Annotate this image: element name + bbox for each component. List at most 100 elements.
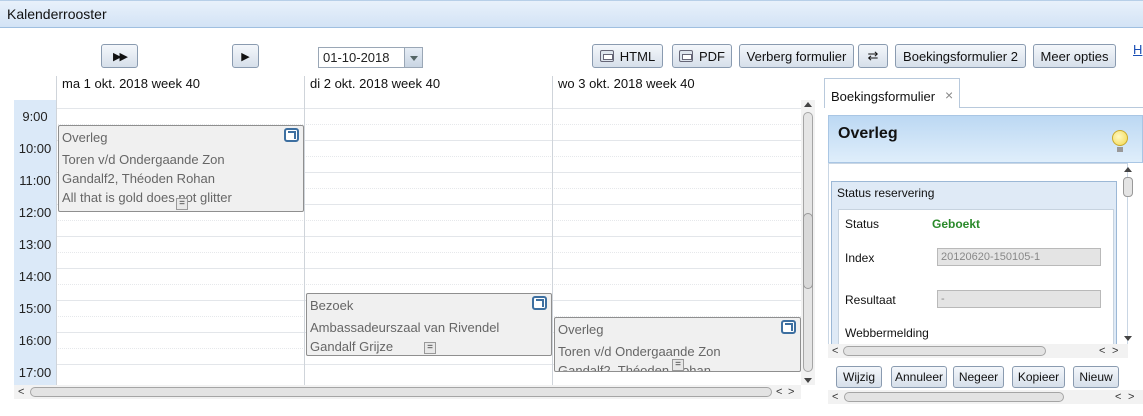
fast-forward-button[interactable]: ▶▶ (101, 44, 138, 68)
result-label: Resultaat (845, 293, 896, 307)
scrollbar-thumb[interactable] (30, 387, 772, 397)
calendar-event[interactable]: Bezoek Ambassadeurszaal van Rivendel Gan… (306, 293, 552, 356)
web-label: Webbermelding (845, 326, 929, 340)
resize-handle[interactable]: = (176, 198, 188, 210)
grid-line (56, 252, 801, 253)
scroll-left-icon[interactable]: < (18, 385, 24, 399)
panel-bottom-scrollbar[interactable]: < < > (828, 390, 1143, 404)
event-title: Overleg (62, 130, 108, 145)
window-title: Kalenderrooster (7, 6, 107, 22)
scroll-down-icon[interactable] (1124, 336, 1132, 341)
resize-handle[interactable]: = (672, 359, 684, 371)
lightbulb-icon[interactable] (1112, 130, 1128, 152)
index-label: Index (845, 251, 875, 265)
html-button-label: HTML (619, 48, 656, 64)
event-people: Gandalf Grijze (310, 339, 394, 354)
scroll-down-icon[interactable] (804, 378, 812, 383)
scroll-left-icon[interactable]: < (1115, 390, 1121, 404)
copy-button[interactable]: Kopieer (1012, 366, 1065, 388)
event-location: Ambassadeurszaal van Rivendel (310, 320, 500, 335)
panel-header: Overleg (828, 115, 1143, 163)
grid-line (56, 236, 801, 237)
change-button[interactable]: Wijzig (836, 366, 882, 388)
date-value: 01-10-2018 (323, 50, 390, 65)
tab-strip-line (960, 107, 1143, 108)
column-divider (304, 76, 305, 385)
cancel-button[interactable]: Annuleer (891, 366, 947, 388)
print-icon (679, 50, 693, 62)
scroll-left-icon[interactable]: < (832, 390, 838, 404)
grid-line (56, 284, 801, 285)
close-icon[interactable]: × (945, 87, 953, 103)
scrollbar-thumb[interactable] (803, 213, 813, 289)
change-button-label: Wijzig (843, 370, 875, 384)
open-window-icon[interactable] (781, 320, 796, 334)
tab-label: Boekingsformulier (831, 89, 936, 104)
status-value: Geboekt (932, 217, 981, 231)
column-divider (552, 76, 553, 385)
pdf-button[interactable]: PDF (672, 44, 732, 68)
result-field: - (937, 290, 1101, 308)
hide-form-label: Verberg formulier (746, 48, 847, 64)
scroll-up-icon[interactable] (804, 102, 812, 107)
scroll-up-icon[interactable] (1124, 167, 1132, 172)
calendar-horizontal-scrollbar[interactable]: < < > (14, 385, 801, 399)
event-people: Gandalf2, Théoden Rohan (62, 171, 215, 186)
column-divider (56, 76, 57, 385)
time-label: 15:00 (18, 301, 52, 316)
event-title: Bezoek (310, 298, 354, 313)
html-button[interactable]: HTML (592, 44, 663, 68)
open-window-icon[interactable] (284, 128, 299, 142)
forward-button[interactable]: ▶ (232, 44, 259, 68)
panel-body: Status reservering Status Geboekt Index … (828, 163, 1128, 349)
tab-booking-form[interactable]: Boekingsformulier × (824, 78, 960, 108)
index-field: 20120620-150105-1 (937, 248, 1101, 266)
swap-icon: ⇄ (867, 48, 879, 63)
calendar-event[interactable]: Overleg Toren v/d Ondergaande Zon Gandal… (58, 125, 304, 212)
scroll-right-icon[interactable]: > (788, 385, 794, 399)
panel-heading: Overleg (838, 125, 898, 142)
time-label: 17:00 (18, 365, 52, 380)
calendar-event[interactable]: Overleg Toren v/d Ondergaande Zon Gandal… (554, 317, 801, 372)
hide-form-button[interactable]: Verberg formulier (739, 44, 854, 68)
booking-form-2-label: Boekingsformulier 2 (903, 48, 1018, 64)
booking-form-panel: Overleg Status reservering Status Geboek… (828, 115, 1143, 360)
scroll-left-icon[interactable]: < (1099, 344, 1105, 358)
time-label: 10:00 (18, 141, 52, 156)
section-title: Status reservering (837, 186, 935, 200)
swap-button[interactable]: ⇄ (858, 44, 888, 68)
booking-form-2-button[interactable]: Boekingsformulier 2 (895, 44, 1026, 68)
new-button-label: Nieuw (1079, 370, 1113, 384)
scrollbar-thumb[interactable] (1123, 177, 1133, 197)
date-dropdown-icon[interactable] (404, 48, 422, 67)
time-label: 16:00 (18, 333, 52, 348)
time-label: 13:00 (18, 237, 52, 252)
scrollbar-thumb[interactable] (843, 346, 1046, 356)
time-label: 11:00 (19, 173, 51, 188)
scroll-right-icon[interactable]: > (1112, 344, 1118, 358)
new-button[interactable]: Nieuw (1073, 366, 1119, 388)
grid-line (56, 108, 801, 109)
deny-button[interactable]: Negeer (953, 366, 1004, 388)
event-location: Toren v/d Ondergaande Zon (558, 344, 721, 359)
time-label: 12:00 (18, 205, 52, 220)
panel-vertical-scrollbar[interactable] (1121, 165, 1135, 343)
event-location: Toren v/d Ondergaande Zon (62, 152, 225, 167)
scroll-right-icon[interactable]: > (1128, 390, 1134, 404)
status-label: Status (845, 217, 880, 231)
date-input[interactable]: 01-10-2018 (318, 47, 423, 68)
cancel-button-label: Annuleer (894, 370, 944, 384)
more-options-button[interactable]: Meer opties (1033, 44, 1116, 68)
day-header-1: ma 1 okt. 2018 week 40 (62, 76, 201, 91)
scroll-left-icon[interactable]: < (776, 385, 782, 399)
open-window-icon[interactable] (532, 296, 547, 310)
status-fields: Status Geboekt Index 20120620-150105-1 R… (838, 209, 1114, 349)
resize-handle[interactable]: = (424, 342, 436, 354)
grid-line (56, 220, 801, 221)
time-label: 14:00 (18, 269, 52, 284)
scrollbar-thumb[interactable] (844, 392, 1064, 402)
panel-horizontal-scrollbar[interactable]: < < > (828, 344, 1128, 358)
scroll-left-icon[interactable]: < (832, 344, 838, 358)
calendar-vertical-scrollbar[interactable] (801, 100, 815, 385)
help-link[interactable]: H (1133, 42, 1142, 57)
